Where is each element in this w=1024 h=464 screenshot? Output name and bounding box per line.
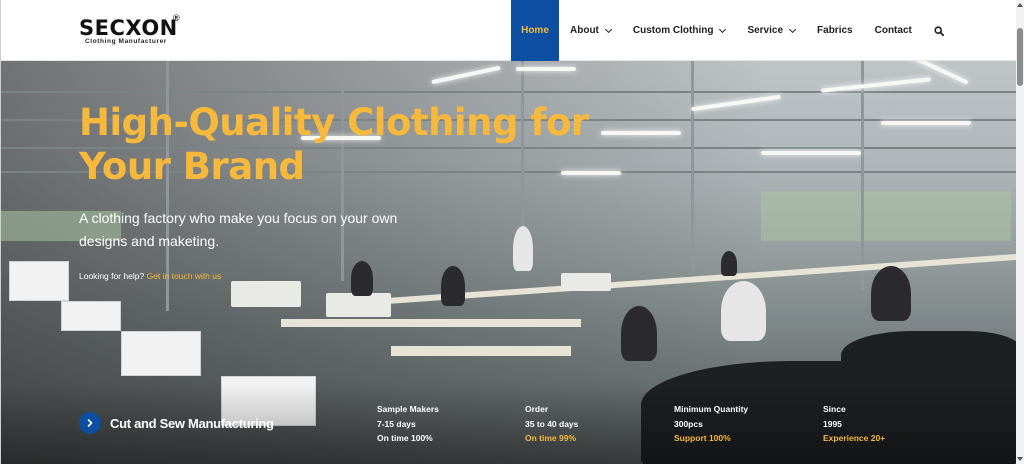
stat-value: 300pcs xyxy=(674,418,703,429)
help-line: Looking for help? Get in touch with us xyxy=(79,271,221,281)
nav-item-label: Service xyxy=(747,25,784,36)
chevron-down-icon xyxy=(719,25,727,33)
cut-and-sew-button[interactable]: Cut and Sew Manufacturing xyxy=(79,412,274,434)
nav-item-label: Home xyxy=(521,25,549,36)
registered-mark: ® xyxy=(173,13,180,23)
brand-name: SECXON xyxy=(79,16,178,40)
nav-item-fabrics[interactable]: Fabrics xyxy=(806,0,864,61)
stat-highlight: Experience 20+ xyxy=(823,433,886,443)
stat-title: Sample Makers xyxy=(377,404,439,414)
stat-value: 35 to 40 days xyxy=(525,418,579,429)
stat-title: Order xyxy=(525,404,549,414)
brand-tagline: Clothing Manufacturer xyxy=(85,38,167,45)
cta-label: Cut and Sew Manufacturing xyxy=(110,415,274,431)
search-icon xyxy=(934,25,944,36)
stat-order: Order 35 to 40 days On time 99% xyxy=(525,402,578,446)
nav-item-label: Contact xyxy=(874,25,912,36)
chevron-down-icon xyxy=(788,25,797,33)
nav-item-about[interactable]: About xyxy=(559,0,622,61)
nav-item-label: Fabrics xyxy=(817,25,853,36)
scroll-down-icon[interactable] xyxy=(1017,457,1023,461)
stat-value: 7-15 days xyxy=(377,418,416,429)
scrollbar-thumb[interactable] xyxy=(1017,28,1023,86)
main-nav: Home About Custom Clothing Service Fabri… xyxy=(511,0,955,61)
contact-link[interactable]: Get in touch with us xyxy=(147,271,222,281)
stat-since: Since 1995 Experience 20+ xyxy=(823,402,885,446)
hero-subtitle: A clothing factory who make you focus on… xyxy=(79,210,398,249)
site-header: SECXON ® Clothing Manufacturer Home Abou… xyxy=(1,0,1016,61)
stat-minimum-quantity: Minimum Quantity 300pcs Support 100% xyxy=(674,402,748,446)
stat-value: 1995 xyxy=(823,418,842,429)
nav-item-service[interactable]: Service xyxy=(736,0,806,61)
brand-logo[interactable]: SECXON ® Clothing Manufacturer xyxy=(79,13,189,48)
scroll-up-icon[interactable] xyxy=(1017,3,1023,7)
nav-item-contact[interactable]: Contact xyxy=(864,0,923,61)
nav-item-label: Custom Clothing xyxy=(632,25,714,36)
stat-highlight: On time 100% xyxy=(377,433,433,443)
search-button[interactable] xyxy=(923,0,955,61)
stat-title: Since xyxy=(823,404,846,414)
stat-highlight: Support 100% xyxy=(674,433,731,443)
nav-item-label: About xyxy=(570,25,599,36)
hero-title: High-Quality Clothing for Your Brand xyxy=(79,101,589,188)
nav-item-custom-clothing[interactable]: Custom Clothing xyxy=(622,0,737,61)
chevron-down-icon xyxy=(604,25,612,33)
stat-highlight: On time 99% xyxy=(525,433,577,443)
stat-sample-makers: Sample Makers 7-15 days On time 100% xyxy=(377,402,439,446)
hero-section: High-Quality Clothing for Your Brand A c… xyxy=(1,61,1016,464)
chevron-right-icon xyxy=(79,412,101,434)
help-text: Looking for help? xyxy=(79,271,145,281)
page: SECXON ® Clothing Manufacturer Home Abou… xyxy=(0,0,1016,464)
stat-title: Minimum Quantity xyxy=(674,404,749,414)
nav-item-home[interactable]: Home xyxy=(511,0,559,61)
page-scrollbar[interactable] xyxy=(1016,0,1024,464)
